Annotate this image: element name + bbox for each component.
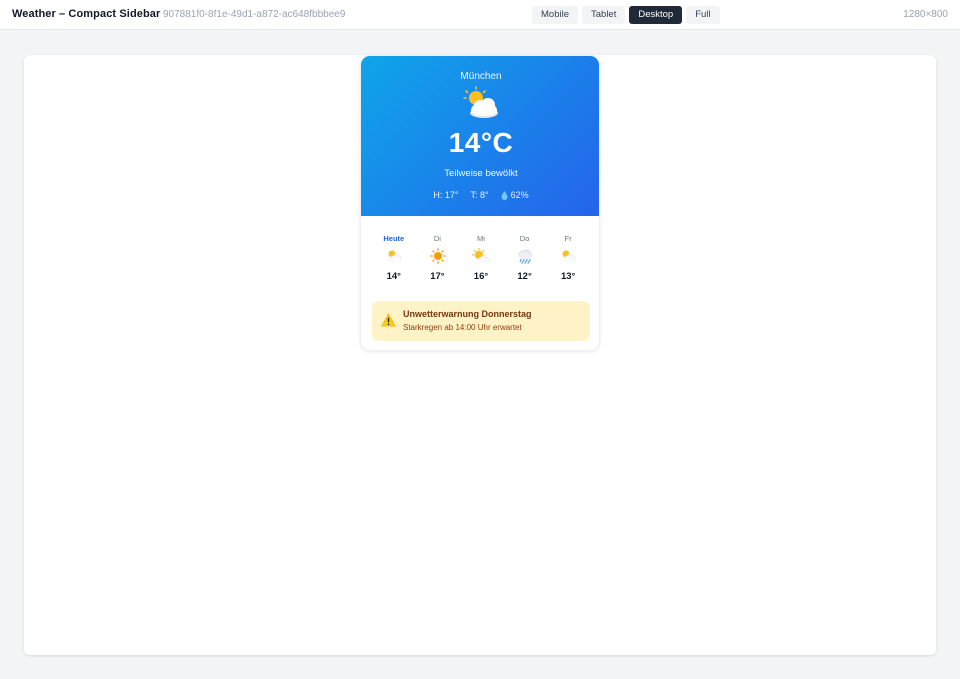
forecast-day-do[interactable]: Do 12° [503,232,547,288]
viewport-size-label: 1280×800 [903,9,948,20]
high-temperature: H: 17° [433,190,459,200]
top-bar: Weather – Compact Sidebar 907881f0-8f1e-… [0,0,960,30]
weather-hero: München 14°C Teilweise bewölkt H: 17° T:… [361,56,599,216]
alert-text: Starkregen ab 14:00 Uhr erwartet [403,323,522,332]
city-name: München [460,71,502,82]
viewport-desktop-button[interactable]: Desktop [629,6,683,24]
forecast-day-label: Heute [383,234,405,243]
warning-icon [381,313,396,327]
partly-cloudy-icon [388,250,402,263]
forecast-list: Heute 14° Di 17° Mi 16° Do 12° Fr 13° [372,232,590,288]
viewport-full-button[interactable]: Full [686,6,720,24]
weather-alert[interactable]: Unwetterwarnung Donnerstag Starkregen ab… [372,301,590,341]
forecast-day-label: Do [519,234,530,243]
forecast-day-label: Fr [564,234,572,243]
alert-title: Unwetterwarnung Donnerstag [403,309,532,319]
droplet-icon [501,190,508,200]
forecast-day-fr[interactable]: Fr 13° [546,232,590,288]
forecast-day-di[interactable]: Di 17° [416,232,460,288]
sun-icon [429,248,446,264]
humidity: 62% [501,190,529,200]
forecast-day-temp: 14° [386,271,401,282]
forecast-day-temp: 16° [473,271,489,282]
weather-card: München 14°C Teilweise bewölkt H: 17° T:… [360,55,600,351]
forecast-day-temp: 12° [517,271,532,282]
weather-stats: H: 17° T: 8° 62% [361,190,599,200]
preview-canvas: München 14°C Teilweise bewölkt H: 17° T:… [24,55,936,655]
partly-cloudy-icon [463,86,498,118]
viewport-switcher: Mobile Tablet Desktop Full [532,6,720,24]
partly-cloudy-icon [562,250,577,263]
rain-cloud-icon [517,249,532,264]
forecast-day-label: Di [433,234,441,243]
sun-behind-cloud-icon [472,248,490,263]
document-id: 907881f0-8f1e-49d1-a872-ac648fbbbee9 [163,9,346,20]
viewport-tablet-button[interactable]: Tablet [582,6,626,24]
current-temperature: 14°C [448,127,514,158]
forecast-day-temp: 13° [560,271,576,282]
weather-condition: Teilweise bewölkt [444,168,518,179]
humidity-value: 62% [510,190,529,200]
viewport-mobile-button[interactable]: Mobile [532,6,578,24]
forecast-day-mi[interactable]: Mi 16° [459,232,503,288]
page-title: Weather – Compact Sidebar [12,8,161,20]
forecast-day-temp: 17° [430,271,445,282]
low-temperature: T: 8° [470,190,489,200]
forecast-day-today[interactable]: Heute 14° [372,232,416,288]
forecast-day-label: Mi [477,234,485,243]
